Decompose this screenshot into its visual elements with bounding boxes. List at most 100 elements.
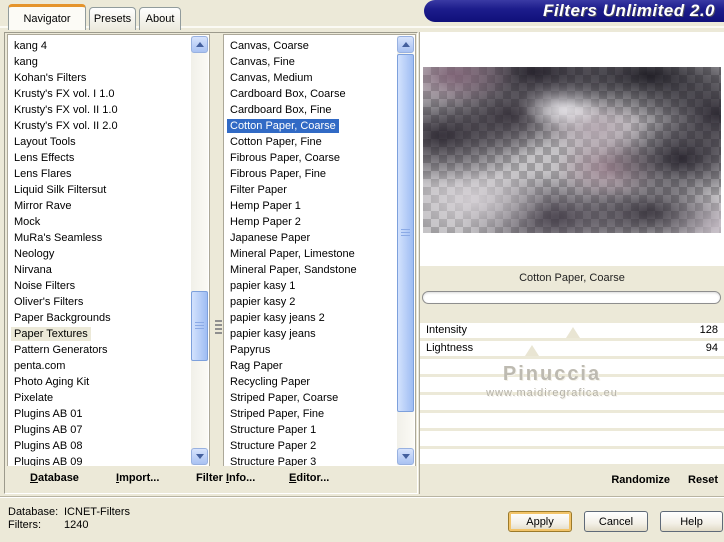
apply-button[interactable]: Apply: [508, 511, 572, 532]
reset-button[interactable]: Reset: [688, 474, 718, 486]
list-item[interactable]: kang: [11, 54, 191, 70]
lightness-slider-handle[interactable]: [525, 345, 540, 356]
tab-about[interactable]: About: [139, 7, 181, 30]
list-item[interactable]: Nirvana: [11, 262, 191, 278]
editor-button[interactable]: Editor...: [289, 472, 329, 484]
list-item[interactable]: Pixelate: [11, 390, 191, 406]
list-item[interactable]: papier kasy 2: [227, 294, 397, 310]
list-item[interactable]: Striped Paper, Fine: [227, 406, 397, 422]
preview-image[interactable]: [423, 67, 721, 233]
panel-splitter[interactable]: [210, 34, 223, 467]
list-item[interactable]: Kohan's Filters: [11, 70, 191, 86]
footer: Database: ICNET-Filters Filters: 1240 Appl…: [0, 499, 724, 542]
watermark-name: Pinuccia: [502, 363, 602, 385]
list-item[interactable]: Noise Filters: [11, 278, 191, 294]
preview-caption: Cotton Paper, Coarse: [519, 272, 625, 284]
list-item[interactable]: kang 4: [11, 38, 191, 54]
scroll-up-button[interactable]: [191, 36, 208, 53]
list-item[interactable]: Krusty's FX vol. II 2.0: [11, 118, 191, 134]
list-item[interactable]: papier kasy jeans: [227, 326, 397, 342]
database-status-label: Database:: [8, 506, 59, 518]
chevron-down-icon: [195, 454, 204, 459]
list-item[interactable]: Cotton Paper, Coarse: [227, 118, 397, 134]
list-item[interactable]: Canvas, Fine: [227, 54, 397, 70]
scrollbar-thumb[interactable]: [397, 54, 414, 412]
list-item[interactable]: Hemp Paper 2: [227, 214, 397, 230]
intensity-slider[interactable]: Intensity 128: [420, 323, 724, 338]
apply-button-label: Apply: [526, 515, 554, 528]
tab-presets[interactable]: Presets: [89, 7, 136, 30]
intensity-slider-handle[interactable]: [565, 327, 580, 338]
list-item[interactable]: Krusty's FX vol. II 1.0: [11, 102, 191, 118]
list-item[interactable]: Japanese Paper: [227, 230, 397, 246]
list-item[interactable]: Mock: [11, 214, 191, 230]
randomize-button[interactable]: Randomize: [611, 474, 670, 486]
empty-slider-row: [420, 413, 724, 428]
intensity-value: 128: [699, 324, 718, 336]
category-scrollbar[interactable]: [191, 36, 208, 465]
database-button[interactable]: Database: [30, 472, 79, 484]
navigator-panel: kang 4 kang Kohan's Filters Krusty's FX vol…: [4, 32, 418, 494]
list-item[interactable]: Cardboard Box, Fine: [227, 102, 397, 118]
list-item[interactable]: Layout Tools: [11, 134, 191, 150]
list-item[interactable]: Krusty's FX vol. I 1.0: [11, 86, 191, 102]
filters-status-value: 1240: [64, 519, 89, 531]
database-status-row: Database: ICNET-Filters: [8, 506, 130, 519]
filter-list: Canvas, Coarse Canvas, Fine Canvas, Medium…: [227, 38, 397, 466]
list-item[interactable]: Oliver's Filters: [11, 294, 191, 310]
list-item[interactable]: Photo Aging Kit: [11, 374, 191, 390]
list-item[interactable]: Cotton Paper, Fine: [227, 134, 397, 150]
filters-unlimited-dialog: { "window": { "banner_title": "Filters U…: [0, 0, 724, 542]
list-item[interactable]: Hemp Paper 1: [227, 198, 397, 214]
list-item[interactable]: Structure Paper 1: [227, 422, 397, 438]
list-item[interactable]: Plugins AB 07: [11, 422, 191, 438]
list-item[interactable]: Lens Flares: [11, 166, 191, 182]
thumb-grip-icon: [195, 322, 204, 330]
list-item[interactable]: papier kasy 1: [227, 278, 397, 294]
list-item[interactable]: Fibrous Paper, Fine: [227, 166, 397, 182]
list-item[interactable]: Striped Paper, Coarse: [227, 390, 397, 406]
list-item[interactable]: penta.com: [11, 358, 191, 374]
list-item[interactable]: Canvas, Coarse: [227, 38, 397, 54]
list-item[interactable]: papier kasy jeans 2: [227, 310, 397, 326]
scroll-down-button[interactable]: [191, 448, 208, 465]
list-item[interactable]: Paper Textures: [11, 326, 191, 342]
list-item[interactable]: Structure Paper 2: [227, 438, 397, 454]
list-item[interactable]: MuRa's Seamless: [11, 230, 191, 246]
scroll-down-button[interactable]: [397, 448, 414, 465]
list-item[interactable]: Mirror Rave: [11, 198, 191, 214]
preview-progress-bar: [422, 291, 721, 304]
list-item[interactable]: Paper Backgrounds: [11, 310, 191, 326]
list-item[interactable]: Liquid Silk Filtersut: [11, 182, 191, 198]
list-item[interactable]: Filter Paper: [227, 182, 397, 198]
preview-panel: Cotton Paper, Coarse Intensity 128 Light…: [419, 32, 724, 494]
list-item[interactable]: Lens Effects: [11, 150, 191, 166]
cancel-button[interactable]: Cancel: [584, 511, 648, 532]
filter-info-button[interactable]: Filter Info...: [196, 472, 255, 484]
list-item[interactable]: Recycling Paper: [227, 374, 397, 390]
list-item[interactable]: Mineral Paper, Sandstone: [227, 262, 397, 278]
list-item[interactable]: Mineral Paper, Limestone: [227, 246, 397, 262]
import-button[interactable]: Import...: [116, 472, 159, 484]
list-item[interactable]: Neology: [11, 246, 191, 262]
splitter-grip-icon: [215, 320, 222, 336]
list-item[interactable]: Fibrous Paper, Coarse: [227, 150, 397, 166]
list-item[interactable]: Plugins AB 08: [11, 438, 191, 454]
scroll-up-button[interactable]: [397, 36, 414, 53]
chevron-down-icon: [401, 454, 410, 459]
help-button[interactable]: Help: [660, 511, 723, 532]
filter-listbox: Canvas, Coarse Canvas, Fine Canvas, Medium…: [223, 34, 416, 467]
scrollbar-thumb[interactable]: [191, 291, 208, 361]
tab-navigator[interactable]: Navigator: [8, 4, 86, 30]
filter-scrollbar[interactable]: [397, 36, 414, 465]
list-item[interactable]: Plugins AB 01: [11, 406, 191, 422]
lightness-slider[interactable]: Lightness 94: [420, 341, 724, 356]
intensity-label: Intensity: [426, 324, 467, 336]
help-button-label: Help: [680, 515, 703, 528]
list-item[interactable]: Pattern Generators: [11, 342, 191, 358]
list-item[interactable]: Rag Paper: [227, 358, 397, 374]
chevron-up-icon: [195, 42, 204, 47]
list-item[interactable]: Papyrus: [227, 342, 397, 358]
list-item[interactable]: Canvas, Medium: [227, 70, 397, 86]
list-item[interactable]: Cardboard Box, Coarse: [227, 86, 397, 102]
